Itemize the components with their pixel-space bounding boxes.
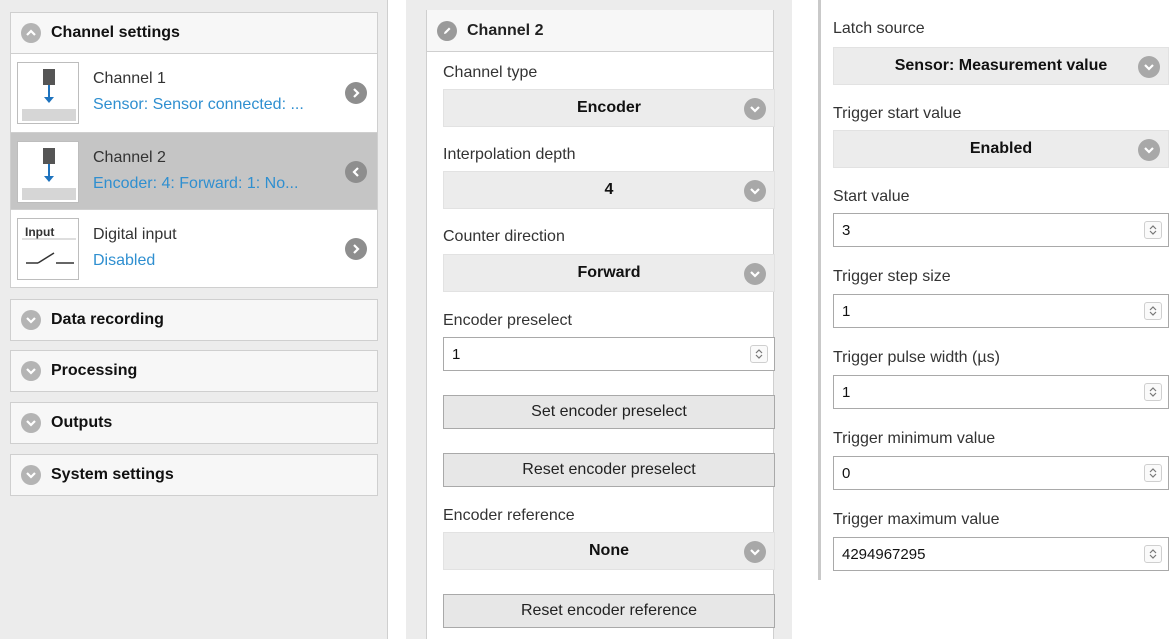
interpolation-depth-label: Interpolation depth (443, 146, 576, 163)
chevron-left-icon[interactable] (345, 161, 367, 183)
section-title: Outputs (51, 414, 113, 431)
stepper-icon[interactable] (750, 345, 768, 363)
reset-encoder-preselect-button[interactable]: Reset encoder preselect (443, 453, 775, 487)
trigger-pulse-width-input[interactable]: 1 (833, 375, 1169, 409)
section-outputs[interactable]: Outputs (10, 402, 378, 444)
channel-title: Channel 1 (93, 70, 166, 87)
encoder-reference-label: Encoder reference (443, 507, 575, 524)
section-data-recording[interactable]: Data recording (10, 299, 378, 341)
trigger-pulse-width-value: 1 (842, 383, 851, 401)
channel-panel: Channel 2 Channel type Encoder Interpola… (426, 10, 775, 639)
chevron-down-icon (744, 263, 766, 285)
trigger-step-size-label: Trigger step size (833, 268, 951, 285)
channel-title: Digital input (93, 226, 177, 243)
channel-panel-container: Channel 2 Channel type Encoder Interpola… (406, 0, 792, 639)
section-channel-settings[interactable]: Channel settings (10, 12, 378, 54)
chevron-down-icon (1138, 56, 1160, 78)
encoder-preselect-input[interactable]: 1 (443, 337, 775, 371)
panel-title: Channel 2 (467, 21, 544, 39)
stepper-icon[interactable] (1144, 545, 1162, 563)
chevron-down-icon (21, 413, 41, 433)
trigger-minimum-value-value: 0 (842, 464, 851, 482)
chevron-down-icon (21, 310, 41, 330)
channel-item-digital-input[interactable]: Input Digital input Disabled (11, 210, 377, 288)
channel-type-label: Channel type (443, 64, 538, 81)
trigger-minimum-value-label: Trigger minimum value (833, 430, 996, 447)
channel-title: Channel 2 (93, 149, 166, 166)
reset-encoder-reference-button[interactable]: Reset encoder reference (443, 594, 775, 628)
stepper-icon[interactable] (1144, 221, 1162, 239)
section-processing[interactable]: Processing (10, 350, 378, 392)
counter-direction-select[interactable]: Forward (443, 254, 775, 292)
stepper-icon[interactable] (1144, 302, 1162, 320)
trigger-panel: Latch source Sensor: Measurement value T… (818, 0, 1172, 580)
trigger-maximum-value-label: Trigger maximum value (833, 511, 1000, 528)
channel-subtitle: Encoder: 4: Forward: 1: No... (93, 175, 299, 192)
channel-type-value: Encoder (576, 99, 641, 116)
trigger-step-size-value: 1 (842, 302, 851, 320)
chevron-down-icon (744, 180, 766, 202)
trigger-pulse-width-label: Trigger pulse width (µs) (833, 349, 1000, 366)
trigger-start-value-label: Trigger start value (833, 105, 962, 122)
channel-item-1[interactable]: Channel 1 Sensor: Sensor connected: ... (11, 54, 377, 132)
trigger-start-value-select[interactable]: Enabled (833, 130, 1169, 168)
chevron-down-icon (21, 465, 41, 485)
edit-pencil-icon (437, 20, 457, 41)
counter-direction-label: Counter direction (443, 228, 565, 245)
section-title: Processing (51, 362, 138, 379)
encoder-reference-select[interactable]: None (443, 532, 775, 570)
latch-source-label: Latch source (833, 20, 925, 37)
latch-source-select[interactable]: Sensor: Measurement value (833, 47, 1169, 85)
start-value-value: 3 (842, 221, 851, 239)
channel-type-select[interactable]: Encoder (443, 89, 775, 127)
interpolation-depth-value: 4 (604, 181, 614, 198)
channel-subtitle: Disabled (93, 252, 156, 269)
trigger-step-size-input[interactable]: 1 (833, 294, 1169, 328)
section-title: Data recording (51, 311, 164, 328)
panel-header: Channel 2 (427, 10, 773, 52)
trigger-minimum-value-input[interactable]: 0 (833, 456, 1169, 490)
start-value-input[interactable]: 3 (833, 213, 1169, 247)
channel-list: Channel 1 Sensor: Sensor connected: ... … (10, 54, 378, 288)
counter-direction-value: Forward (577, 264, 641, 281)
encoder-preselect-value: 1 (452, 345, 461, 363)
start-value-label: Start value (833, 188, 910, 205)
trigger-maximum-value-value: 4294967295 (842, 545, 926, 563)
chevron-down-icon (1138, 139, 1160, 161)
trigger-maximum-value-input[interactable]: 4294967295 (833, 537, 1169, 571)
stepper-icon[interactable] (1144, 383, 1162, 401)
sidebar: Channel settings Channel 1 Sensor: Senso… (0, 0, 388, 639)
trigger-start-value-value: Enabled (969, 140, 1033, 157)
section-title: Channel settings (51, 24, 180, 41)
section-system-settings[interactable]: System settings (10, 454, 378, 496)
chevron-down-icon (21, 361, 41, 381)
set-encoder-preselect-button[interactable]: Set encoder preselect (443, 395, 775, 429)
interpolation-depth-select[interactable]: 4 (443, 171, 775, 209)
chevron-up-icon (21, 23, 41, 43)
sensor-icon (17, 141, 79, 203)
sensor-icon (17, 62, 79, 124)
latch-source-value: Sensor: Measurement value (894, 57, 1108, 74)
stepper-icon[interactable] (1144, 464, 1162, 482)
chevron-down-icon (744, 98, 766, 120)
encoder-reference-value: None (589, 542, 629, 559)
chevron-down-icon (744, 541, 766, 563)
encoder-preselect-label: Encoder preselect (443, 312, 572, 329)
chevron-right-icon[interactable] (345, 238, 367, 260)
channel-subtitle: Sensor: Sensor connected: ... (93, 96, 304, 113)
section-title: System settings (51, 466, 174, 483)
channel-item-2[interactable]: Channel 2 Encoder: 4: Forward: 1: No... (11, 132, 377, 210)
digital-input-icon: Input (17, 218, 79, 280)
chevron-right-icon[interactable] (345, 82, 367, 104)
